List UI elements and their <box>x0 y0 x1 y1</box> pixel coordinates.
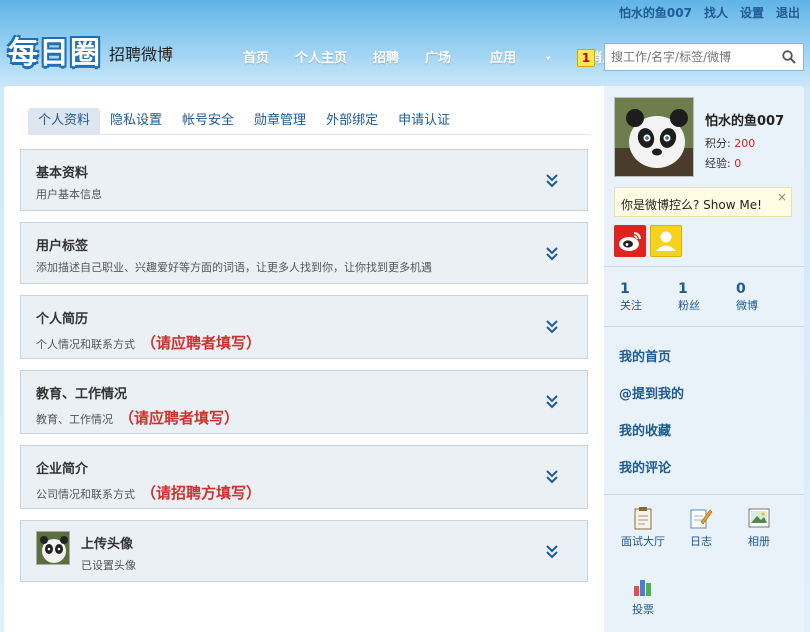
panel-title: 上传头像 <box>81 537 134 552</box>
panel-desc: 已设置头像 <box>81 559 136 572</box>
panel-desc: 用户基本信息 <box>36 188 102 201</box>
fill-note: （请应聘者填写） <box>119 409 240 427</box>
panel-education-work[interactable]: 教育、工作情况 教育、工作情况 （请应聘者填写） <box>20 370 588 434</box>
tab-medals[interactable]: 勋章管理 <box>244 108 316 134</box>
username-link[interactable]: 怕水的鱼007 <box>619 4 692 21</box>
tip-text: 你是微博控么? Show Me! <box>621 198 762 212</box>
panel-upload-avatar[interactable]: 上传头像 已设置头像 <box>20 520 588 582</box>
exp-stat: 经验: 0 <box>705 157 742 170</box>
logout-link[interactable]: 退出 <box>776 4 800 21</box>
app-album[interactable]: 相册 <box>734 506 784 549</box>
panel-basic-info[interactable]: 基本资料 用户基本信息 <box>20 149 588 211</box>
search-box <box>604 43 804 71</box>
tab-profile[interactable]: 个人资料 <box>28 108 101 134</box>
panel-title: 个人简历 <box>36 312 89 327</box>
link-mentions[interactable]: @提到我的 <box>619 383 684 402</box>
main-nav: 首页 个人主页 招聘 广场 应用 ▾ 消息 <box>230 47 628 66</box>
followers-count[interactable]: 1 粉丝 <box>678 281 736 313</box>
divider <box>604 494 804 495</box>
panel-user-tags[interactable]: 用户标签 添加描述自己职业、兴趣爱好等方面的词语，让更多人找到你，让你找到更多机… <box>20 222 588 284</box>
panel-desc: 添加描述自己职业、兴趣爱好等方面的词语，让更多人找到你，让你找到更多机遇 <box>36 261 432 274</box>
top-user-bar: 怕水的鱼007 找人 设置 退出 <box>619 4 800 21</box>
tab-verification[interactable]: 申请认证 <box>388 108 460 134</box>
panel-title: 教育、工作情况 <box>36 387 128 402</box>
search-icon <box>782 50 796 64</box>
panel-company-intro[interactable]: 企业简介 公司情况和联系方式 （请招聘方填写） <box>20 445 588 509</box>
nav-jobs[interactable]: 招聘 <box>360 47 412 66</box>
site-logo[interactable]: 每日圈 招聘微博 <box>8 28 173 72</box>
bar-chart-icon <box>634 580 651 596</box>
search-input[interactable] <box>605 50 775 64</box>
weibo-icon[interactable] <box>614 225 646 257</box>
tab-privacy[interactable]: 隐私设置 <box>100 108 172 134</box>
clipboard-icon <box>634 507 652 530</box>
logo-subtitle: 招聘微博 <box>109 45 174 64</box>
nav-home[interactable]: 首页 <box>230 47 282 66</box>
link-my-home[interactable]: 我的首页 <box>619 346 671 365</box>
divider <box>604 326 804 327</box>
app-interview-hall[interactable]: 面试大厅 <box>618 506 668 549</box>
right-sidebar: 怕水的鱼007 积分: 200 经验: 0 你是微博控么? Show Me! ×… <box>604 86 804 632</box>
app-diary[interactable]: 日志 <box>676 506 726 549</box>
nav-apps[interactable]: 应用 ▾ <box>464 47 576 66</box>
divider <box>604 266 804 267</box>
settings-tabs: 个人资料 隐私设置 帐号安全 勋章管理 外部绑定 申请认证 <box>28 108 460 134</box>
chevron-down-icon[interactable] <box>545 468 559 484</box>
find-people-link[interactable]: 找人 <box>704 4 728 21</box>
fill-note: （请应聘者填写） <box>141 334 262 352</box>
logo-mark: 每日圈 <box>8 36 101 71</box>
chevron-down-icon[interactable] <box>545 245 559 261</box>
chevron-down-icon: ▾ <box>546 54 551 63</box>
chevron-down-icon[interactable] <box>545 172 559 188</box>
following-count[interactable]: 1 关注 <box>620 281 678 313</box>
profile-name[interactable]: 怕水的鱼007 <box>705 110 784 129</box>
nav-profile[interactable]: 个人主页 <box>282 47 360 66</box>
panel-desc: 公司情况和联系方式 （请招聘方填写） <box>36 484 262 502</box>
settings-link[interactable]: 设置 <box>740 4 764 21</box>
close-icon[interactable]: × <box>777 190 787 204</box>
user-profile-icon[interactable] <box>650 225 682 257</box>
tab-account-security[interactable]: 帐号安全 <box>172 108 244 134</box>
avatar-thumb <box>36 531 70 565</box>
nav-apps-label: 应用 <box>490 51 517 66</box>
panel-title: 用户标签 <box>36 239 89 254</box>
panel-desc: 个人情况和联系方式 （请应聘者填写） <box>36 334 262 352</box>
panel-resume[interactable]: 个人简历 个人情况和联系方式 （请应聘者填写） <box>20 295 588 359</box>
panel-desc: 教育、工作情况 （请应聘者填写） <box>36 409 240 427</box>
photo-album-icon <box>748 508 770 528</box>
tabs-divider <box>28 134 590 135</box>
settings-main: 个人资料 隐私设置 帐号安全 勋章管理 外部绑定 申请认证 基本资料 用户基本信… <box>4 86 604 632</box>
link-favorites[interactable]: 我的收藏 <box>619 420 671 439</box>
tab-external-binding[interactable]: 外部绑定 <box>316 108 388 134</box>
search-button[interactable] <box>775 44 803 70</box>
link-comments[interactable]: 我的评论 <box>619 457 671 476</box>
chevron-down-icon[interactable] <box>545 318 559 334</box>
follow-counts: 1 关注 1 粉丝 0 微博 <box>620 281 794 313</box>
avatar[interactable] <box>614 97 694 177</box>
chevron-down-icon[interactable] <box>545 543 559 559</box>
notepad-pencil-icon <box>690 509 713 529</box>
app-vote[interactable]: 投票 <box>618 574 668 617</box>
panel-title: 企业简介 <box>36 462 89 477</box>
message-count-badge[interactable]: 1 <box>577 49 595 67</box>
points-stat: 积分: 200 <box>705 137 756 150</box>
weibo-tip[interactable]: 你是微博控么? Show Me! × <box>614 187 792 217</box>
weibo-count[interactable]: 0 微博 <box>736 281 794 313</box>
chevron-down-icon[interactable] <box>545 393 559 409</box>
nav-square[interactable]: 广场 <box>412 47 464 66</box>
panel-title: 基本资料 <box>36 166 89 181</box>
fill-note: （请招聘方填写） <box>141 484 262 502</box>
